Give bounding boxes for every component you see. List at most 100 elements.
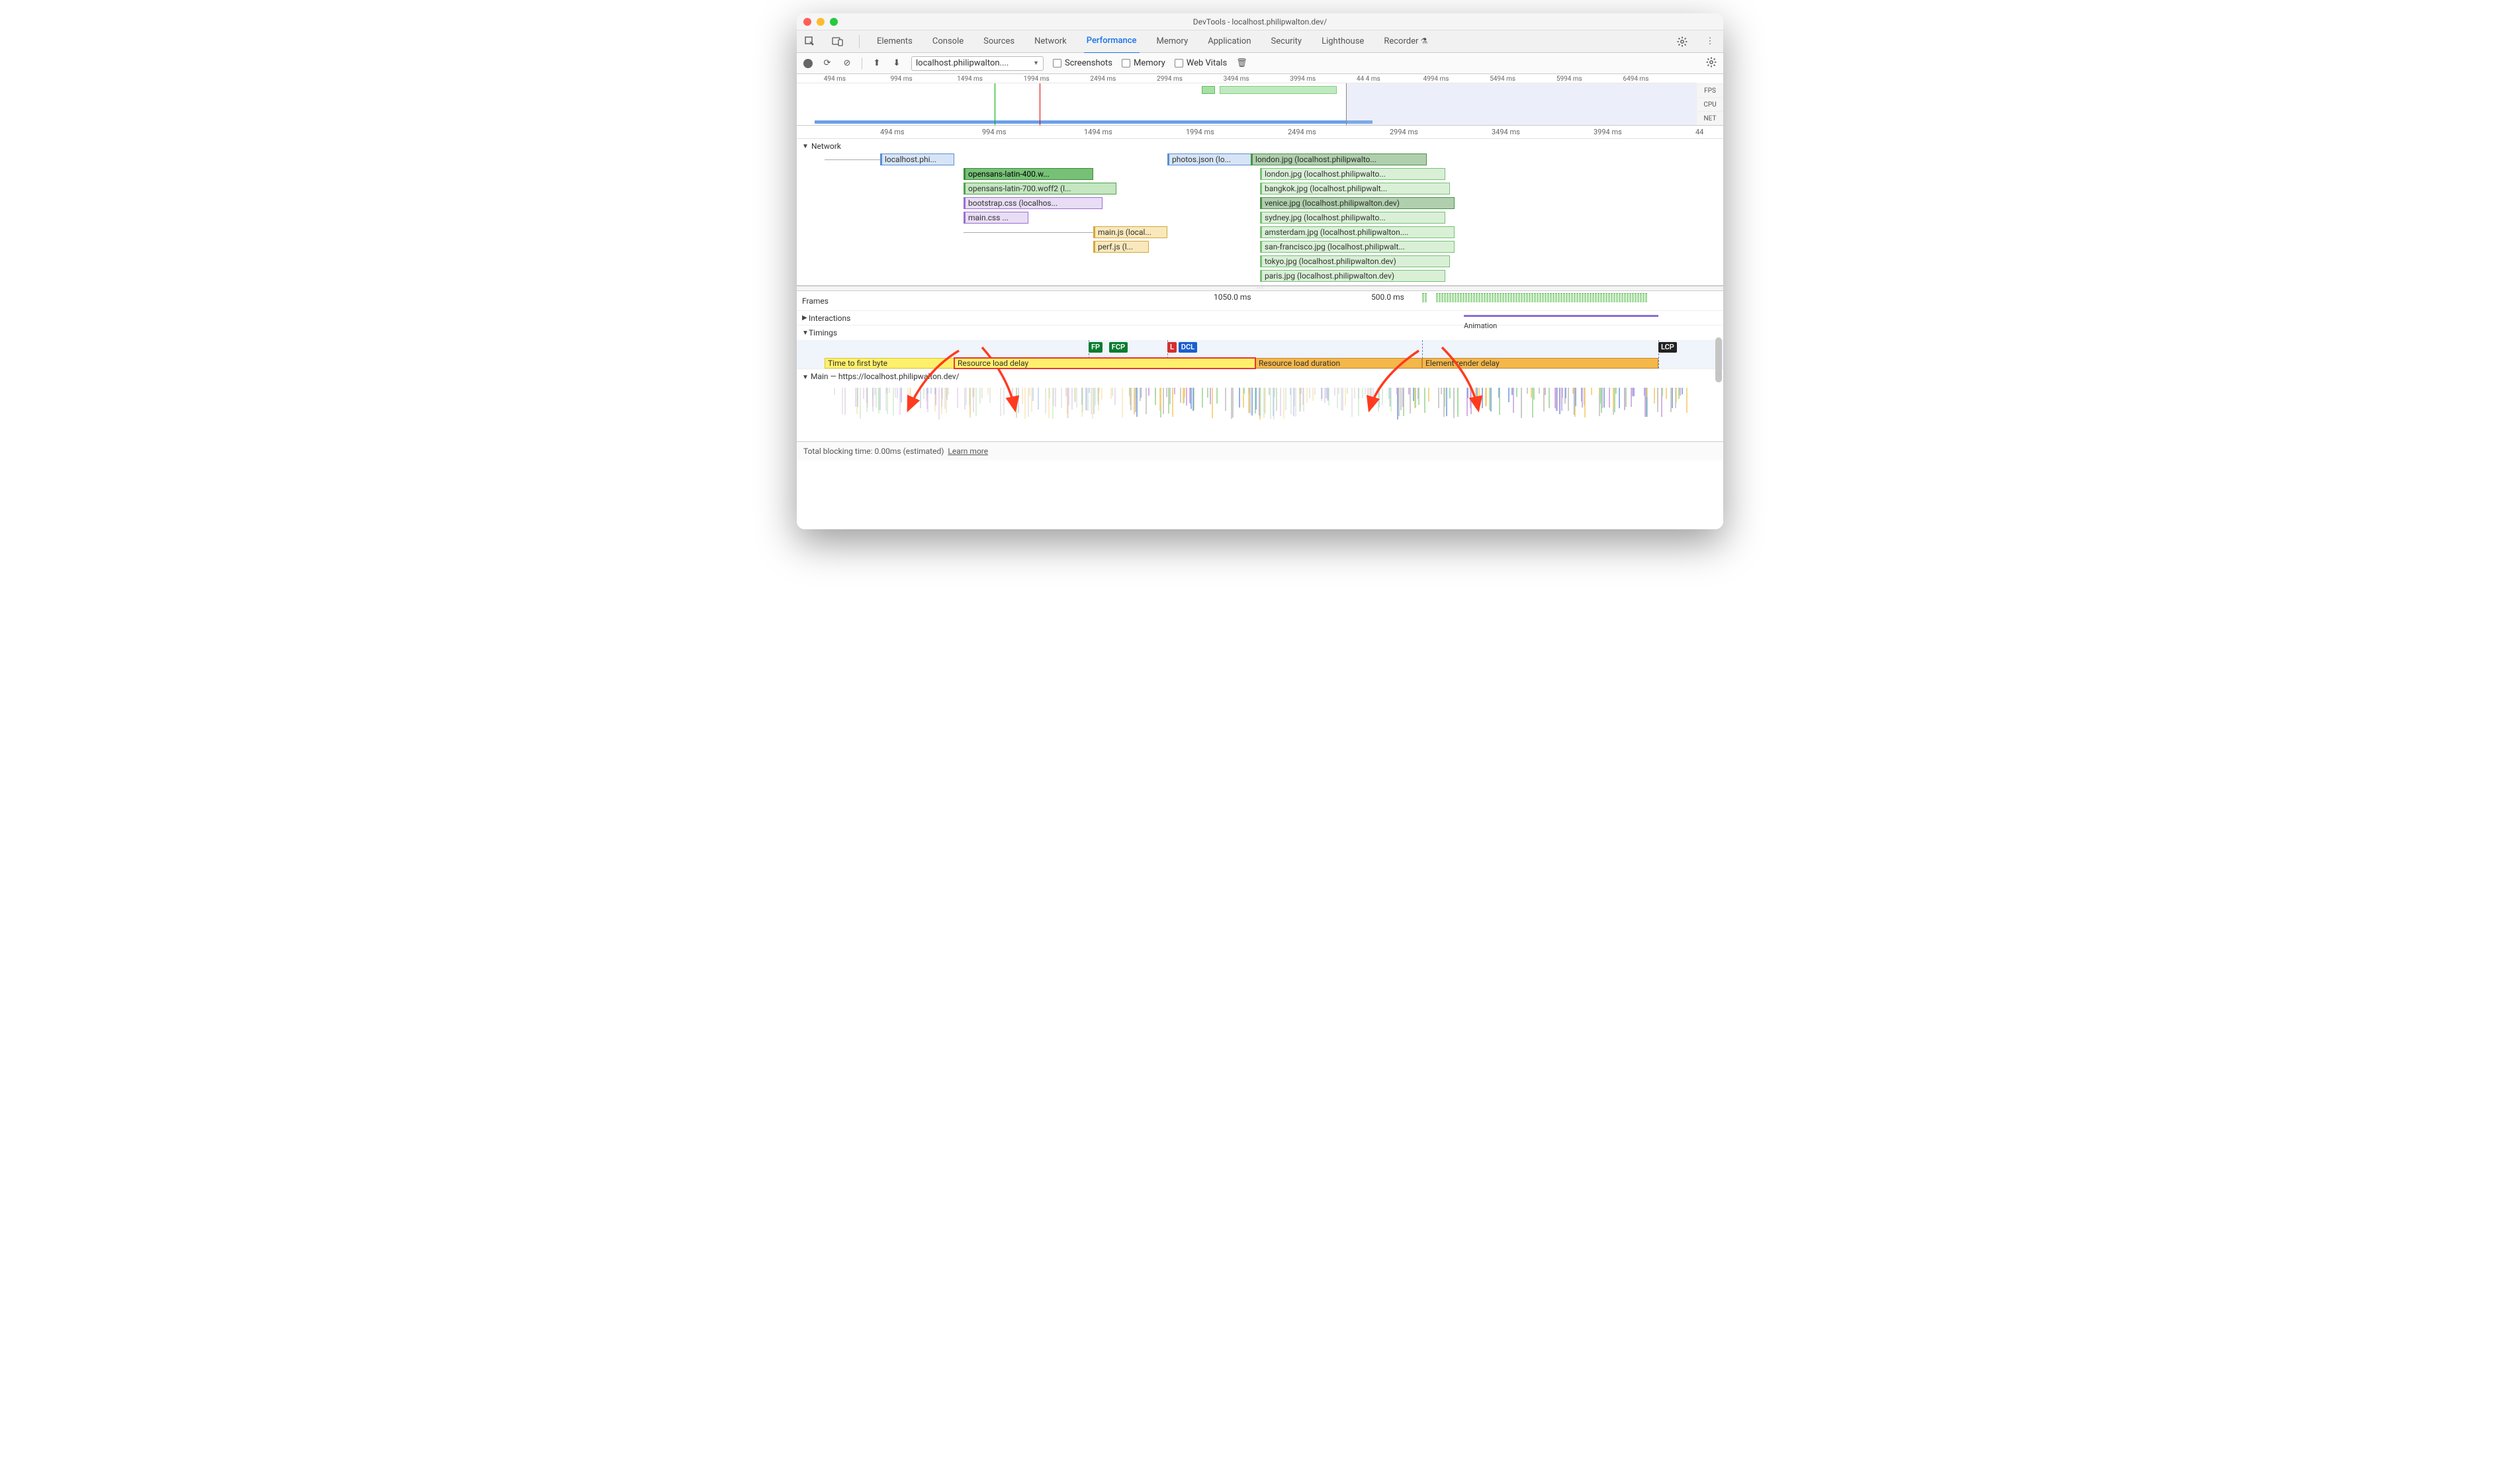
interactions-label: Interactions xyxy=(809,314,850,323)
tab-network[interactable]: Network xyxy=(1032,30,1069,53)
network-request[interactable]: sydney.jpg (localhost.philipwalto... xyxy=(1260,212,1445,224)
screenshots-checkbox[interactable]: Screenshots xyxy=(1053,58,1112,68)
frames-label: Frames xyxy=(802,296,835,306)
network-request[interactable]: paris.jpg (localhost.philipwalton.dev) xyxy=(1260,270,1445,282)
interactions-track[interactable]: ▶ Interactions Animation xyxy=(797,311,1723,326)
perf-toolbar: ⟳ ⊘ ⬆ ⬇ localhost.philipwalton.... ▼ Scr… xyxy=(797,53,1723,74)
timing-badge-l[interactable]: L xyxy=(1167,342,1177,353)
overview-tick: 6494 ms xyxy=(1623,75,1648,83)
vertical-scrollbar[interactable] xyxy=(1715,337,1722,382)
network-request[interactable]: london.jpg (localhost.philipwalto... xyxy=(1251,153,1427,165)
network-section: ▼ Network localhost.phi... opensans-latin… xyxy=(797,139,1723,286)
network-request[interactable]: photos.json (lo... xyxy=(1167,153,1260,165)
lcp-phase-bar[interactable]: Element render delay xyxy=(1422,358,1658,369)
network-request[interactable]: bangkok.jpg (localhost.philipwalt... xyxy=(1260,183,1450,195)
tab-security[interactable]: Security xyxy=(1269,30,1305,53)
overview-selection[interactable] xyxy=(1346,83,1697,125)
timing-badge-fp[interactable]: FP xyxy=(1089,342,1102,353)
network-request[interactable]: opensans-latin-700.woff2 (l... xyxy=(964,183,1116,195)
lcp-phase-bar[interactable]: Resource load duration xyxy=(1255,358,1422,369)
window-title: DevTools - localhost.philipwalton.dev/ xyxy=(797,17,1723,26)
timeline-overview[interactable]: 494 ms994 ms1494 ms1994 ms2494 ms2994 ms… xyxy=(797,74,1723,126)
network-canvas[interactable]: localhost.phi... opensans-latin-400.w... o… xyxy=(797,153,1723,286)
kebab-icon[interactable]: ⋮ xyxy=(1703,35,1717,48)
network-request[interactable]: bootstrap.css (localhos... xyxy=(964,197,1102,209)
upload-icon[interactable]: ⬆ xyxy=(872,58,882,68)
ruler-tick: 1494 ms xyxy=(1084,128,1112,136)
ruler-tick: 2994 ms xyxy=(1390,128,1418,136)
traffic-lights xyxy=(803,18,838,26)
minimize-icon[interactable] xyxy=(817,18,825,26)
lcp-phase-bar[interactable]: Resource load delay xyxy=(954,358,1255,369)
inspect-icon[interactable] xyxy=(803,35,817,48)
network-request[interactable]: tokyo.jpg (localhost.philipwalton.dev) xyxy=(1260,255,1450,267)
timing-badge-dcl[interactable]: DCL xyxy=(1179,342,1197,353)
disclosure-triangle-icon: ▼ xyxy=(802,374,809,381)
network-request[interactable]: amsterdam.jpg (localhost.philipwalton...… xyxy=(1260,226,1455,238)
tab-lighthouse[interactable]: Lighthouse xyxy=(1319,30,1367,53)
ruler-tick: 994 ms xyxy=(982,128,1007,136)
status-bar: Total blocking time: 0.00ms (estimated) … xyxy=(797,442,1723,460)
profile-selector[interactable]: localhost.philipwalton.... ▼ xyxy=(911,56,1044,71)
main-label: Main — https://localhost.philipwalton.de… xyxy=(811,372,960,381)
network-request[interactable]: main.js (local... xyxy=(1093,226,1167,238)
network-request[interactable]: venice.jpg (localhost.philipwalton.dev) xyxy=(1260,197,1455,209)
overview-tick: 994 ms xyxy=(890,75,912,83)
timings-header[interactable]: ▼ Timings xyxy=(797,326,1723,340)
overview-tick: 2994 ms xyxy=(1157,75,1183,83)
webvitals-checkbox[interactable]: Web Vitals xyxy=(1175,58,1227,68)
network-request[interactable]: san-francisco.jpg (localhost.philipwalt.… xyxy=(1260,241,1455,253)
resize-gripper[interactable]: ⋯ xyxy=(797,286,1723,291)
tab-sources[interactable]: Sources xyxy=(981,30,1017,53)
overview-tick: 4994 ms xyxy=(1423,75,1449,83)
timings-body[interactable]: FPFCPLDCLLCPTime to first byteResource l… xyxy=(797,340,1723,369)
network-request[interactable]: localhost.phi... xyxy=(880,153,954,165)
flask-icon: ⚗ xyxy=(1421,36,1428,46)
device-toggle-icon[interactable] xyxy=(831,35,844,48)
reload-icon[interactable]: ⟳ xyxy=(822,58,832,68)
network-request[interactable]: london.jpg (localhost.philipwalto... xyxy=(1260,168,1445,180)
download-icon[interactable]: ⬇ xyxy=(891,58,902,68)
network-header[interactable]: ▼ Network xyxy=(797,139,1723,153)
gear-icon[interactable] xyxy=(1676,35,1689,48)
tab-recorder[interactable]: Recorder ⚗ xyxy=(1381,30,1430,53)
frames-track[interactable]: Frames 1050.0 ms 500.0 ms xyxy=(797,291,1723,311)
perf-settings-icon[interactable] xyxy=(1706,57,1717,70)
timing-badge-fcp[interactable]: FCP xyxy=(1109,342,1128,353)
timing-badge-lcp[interactable]: LCP xyxy=(1658,342,1677,353)
disclosure-triangle-icon: ▶ xyxy=(802,314,809,322)
clear-icon[interactable]: ⊘ xyxy=(842,58,852,68)
overview-fps-label: FPS xyxy=(1697,83,1723,97)
network-request[interactable]: perf.js (l... xyxy=(1093,241,1149,253)
tab-application[interactable]: Application xyxy=(1205,30,1253,53)
network-request[interactable]: main.css ... xyxy=(964,212,1028,224)
tab-memory[interactable]: Memory xyxy=(1154,30,1191,53)
disclosure-triangle-icon: ▼ xyxy=(802,143,809,150)
timings-label: Timings xyxy=(809,328,837,337)
overview-tick: 3494 ms xyxy=(1224,75,1249,83)
disclosure-triangle-icon: ▼ xyxy=(802,329,809,337)
ruler-tick: 3994 ms xyxy=(1594,128,1622,136)
tab-performance[interactable]: Performance xyxy=(1084,30,1140,54)
ruler-tick: 2494 ms xyxy=(1288,128,1316,136)
memory-checkbox[interactable]: Memory xyxy=(1122,58,1165,68)
lcp-phase-bar[interactable]: Time to first byte xyxy=(825,358,954,369)
timeline-ruler[interactable]: 494 ms994 ms1494 ms1994 ms2494 ms2994 ms… xyxy=(797,126,1723,139)
record-button[interactable] xyxy=(803,59,813,68)
tab-console[interactable]: Console xyxy=(930,30,966,53)
overview-tick: 494 ms xyxy=(824,75,846,83)
close-icon[interactable] xyxy=(803,18,811,26)
ruler-tick: 44 xyxy=(1695,128,1703,136)
network-request[interactable]: opensans-latin-400.w... xyxy=(964,168,1093,180)
devtools-window: DevTools - localhost.philipwalton.dev/ E… xyxy=(797,13,1723,529)
trash-icon[interactable]: 🗑 xyxy=(1236,58,1247,68)
zoom-icon[interactable] xyxy=(830,18,838,26)
tab-elements[interactable]: Elements xyxy=(874,30,915,53)
overview-net-label: NET xyxy=(1697,111,1723,125)
overview-tick: 1994 ms xyxy=(1024,75,1050,83)
learn-more-link[interactable]: Learn more xyxy=(948,447,988,456)
main-thread-track[interactable]: ▼ Main — https://localhost.philipwalton.… xyxy=(797,369,1723,442)
overview-tick: 2494 ms xyxy=(1090,75,1116,83)
panel-tabs: Elements Console Sources Network Perform… xyxy=(797,30,1723,53)
ruler-tick: 3494 ms xyxy=(1492,128,1520,136)
